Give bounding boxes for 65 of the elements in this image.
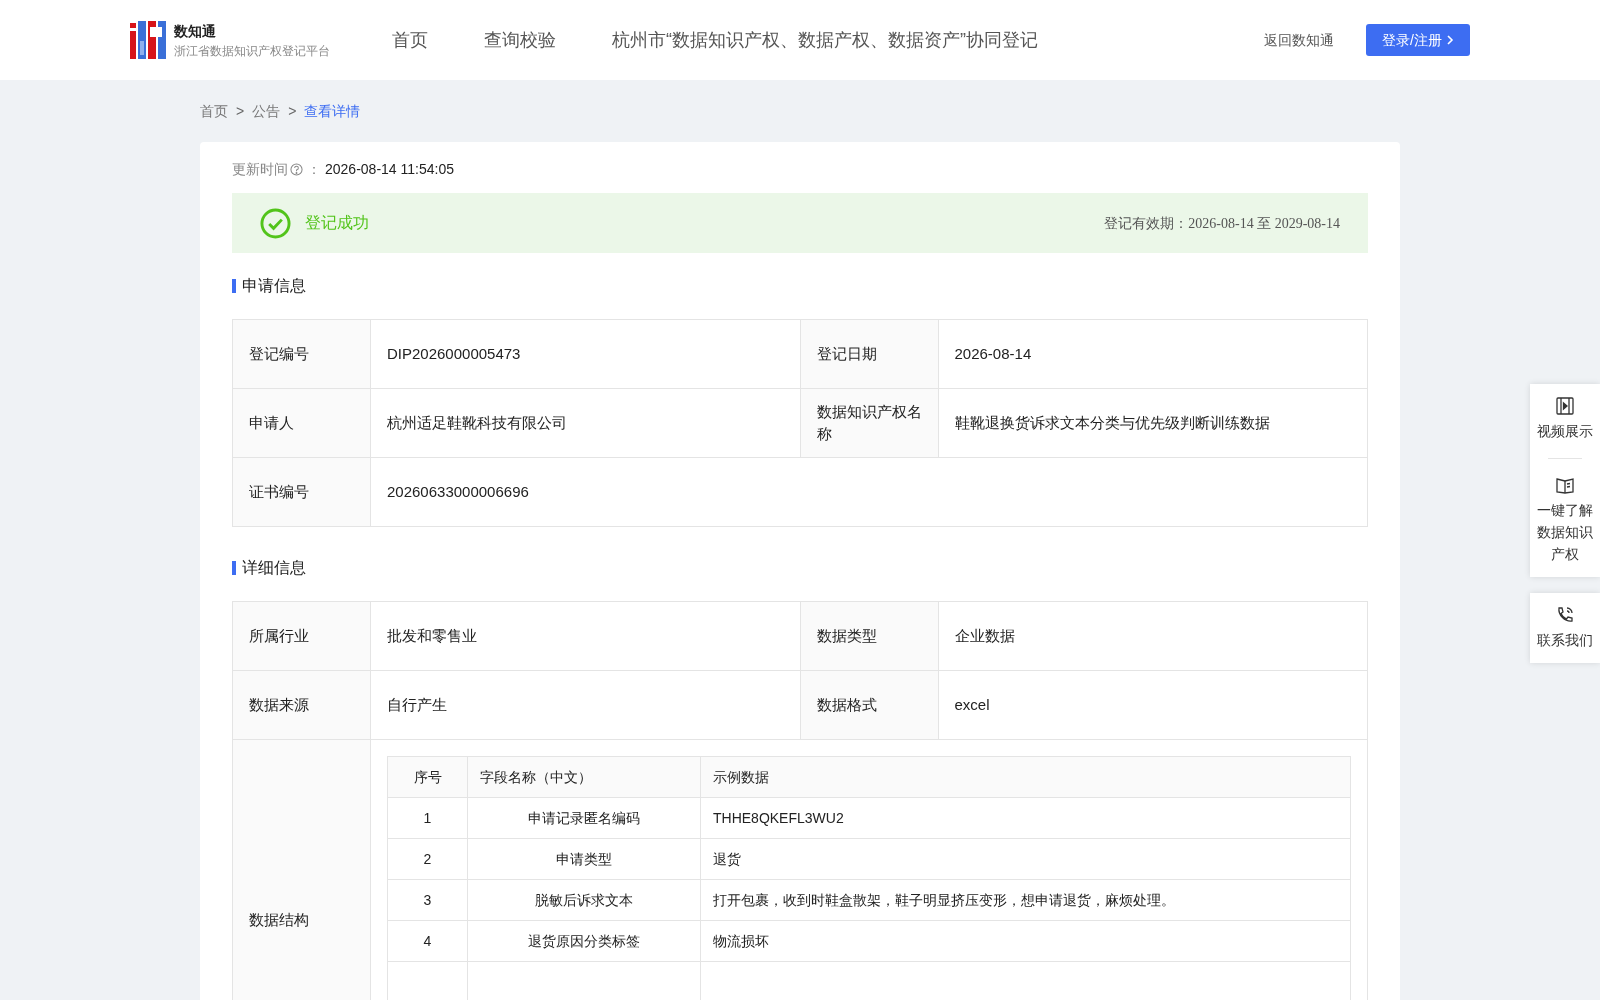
field-value-cell: 鞋靴退换货诉求文本分类与优先级判断训练数据 <box>938 389 1368 457</box>
field-label-cell: 数据类型 <box>800 602 939 670</box>
breadcrumb-link[interactable]: 查看详情 <box>304 100 361 122</box>
field-label-cell: 登记日期 <box>800 320 939 388</box>
logo-title: 数知通 <box>174 21 217 41</box>
check-circle-icon <box>260 207 291 239</box>
section-marker <box>232 561 236 575</box>
table-cell: 2 <box>388 839 468 879</box>
field-value-cell: DIP2026000005473 <box>371 320 801 388</box>
login-button[interactable]: 登录/注册 <box>1366 24 1470 56</box>
table-cell: 申请类型 <box>468 839 701 879</box>
side-link[interactable]: 联系我们 <box>1535 605 1595 651</box>
field-label-cell: 登记编号 <box>233 320 371 388</box>
breadcrumb-link[interactable]: 首页 <box>200 100 228 122</box>
field-label-cell: 数据知识产权名称 <box>800 389 939 457</box>
field-label-cell: 数据来源 <box>233 671 371 739</box>
status-text: 登记成功 <box>305 213 369 233</box>
nav-link[interactable]: 杭州市“数据知识产权、数据产权、数据资产”协同登记 <box>612 26 1038 54</box>
field-value-cell: 自行产生 <box>371 671 801 739</box>
chevron-right-icon <box>1446 35 1454 45</box>
field-label-cell: 所属行业 <box>233 602 371 670</box>
table-cell: 1 <box>388 798 468 838</box>
field-value-cell: 2026-08-14 <box>938 320 1368 388</box>
update-time-colon: ： <box>307 159 321 179</box>
logo-icon <box>130 21 166 59</box>
help-icon <box>290 162 303 176</box>
table-cell: 4 <box>388 921 468 961</box>
film-icon <box>1555 396 1575 416</box>
validity-text: 登记有效期：2026-08-14 至 2029-08-14 <box>1104 214 1340 233</box>
field-value-cell: 20260633000006696 <box>371 458 1368 526</box>
nav-link[interactable]: 查询校验 <box>484 26 556 54</box>
field-label-cell: 数据格式 <box>800 671 939 739</box>
field-label-cell: 证书编号 <box>233 458 371 526</box>
breadcrumb-separator: > <box>236 101 245 121</box>
table-cell: 物流损坏 <box>701 921 1351 961</box>
side-link[interactable]: 一键了解数据知识产权 <box>1535 475 1595 565</box>
section-marker <box>232 279 236 293</box>
column-header: 示例数据 <box>701 757 1351 797</box>
section-title: 申请信息 <box>242 276 306 296</box>
update-time-label: 更新时间 <box>232 159 288 179</box>
field-value-cell: excel <box>938 671 1368 739</box>
field-label-cell: 数据结构 <box>233 740 371 1000</box>
table-cell: THHE8QKEFL3WU2 <box>701 798 1351 838</box>
column-header: 序号 <box>388 757 468 797</box>
table-cell: 退货原因分类标签 <box>468 921 701 961</box>
update-time-value: 2026-08-14 11:54:05 <box>325 159 454 179</box>
book-icon <box>1555 475 1575 495</box>
side-link[interactable]: 视频展示 <box>1535 396 1595 442</box>
field-label-cell: 申请人 <box>233 389 371 457</box>
section-title: 详细信息 <box>242 558 306 578</box>
table-cell: 退货 <box>701 839 1351 879</box>
back-link[interactable]: 返回数知通 <box>1264 29 1335 51</box>
field-value-cell: 杭州适足鞋靴科技有限公司 <box>371 389 801 457</box>
logo-subtitle: 浙江省数据知识产权登记平台 <box>174 42 330 60</box>
field-value-cell: 批发和零售业 <box>371 602 801 670</box>
table-cell: 3 <box>388 880 468 920</box>
table-cell: 申请记录匿名编码 <box>468 798 701 838</box>
table-cell: 打开包裹，收到时鞋盒散架，鞋子明显挤压变形，想申请退货，麻烦处理。 <box>701 880 1351 920</box>
breadcrumb-separator: > <box>288 101 297 121</box>
table-cell: 脱敏后诉求文本 <box>468 880 701 920</box>
column-header: 字段名称（中文） <box>468 757 701 797</box>
nav-link[interactable]: 首页 <box>392 26 428 54</box>
breadcrumb-link[interactable]: 公告 <box>252 100 281 122</box>
field-value-cell: 企业数据 <box>938 602 1368 670</box>
phone-icon <box>1555 605 1575 625</box>
